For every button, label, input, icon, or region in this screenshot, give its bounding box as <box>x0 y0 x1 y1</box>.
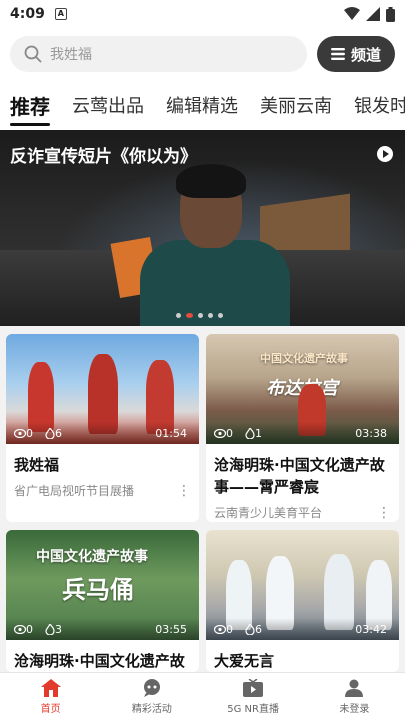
video-card[interactable]: 中国文化遗产故事 兵马俑 0 3 03:55 沧海明珠·中国文化遗产故 <box>6 530 199 672</box>
like-icon <box>45 427 55 439</box>
video-card[interactable]: 0 6 03:42 大爱无言 <box>206 530 399 672</box>
search-input[interactable]: 我姓福 <box>10 36 307 72</box>
carousel-dot[interactable] <box>198 313 203 318</box>
view-count: 0 <box>26 426 33 440</box>
search-placeholder: 我姓福 <box>50 47 92 63</box>
view-count: 0 <box>226 426 233 440</box>
play-icon[interactable] <box>377 146 393 162</box>
eye-icon <box>14 428 26 438</box>
thumbnail-overlay-title: 中国文化遗产故事 <box>36 549 148 565</box>
more-options-icon[interactable]: ⋮ <box>177 483 191 499</box>
like-count: 6 <box>55 426 62 440</box>
video-source: 省广电局视听节目展播 <box>14 484 135 498</box>
video-card[interactable]: 中国文化遗产故事 布达拉宫 0 1 03:38 沧海明珠·中国文化遗产故事——霄… <box>206 334 399 522</box>
video-title[interactable]: 我姓福 <box>6 444 199 476</box>
video-thumbnail[interactable]: 0 6 01:54 <box>6 334 199 444</box>
nav-home-label: 首页 <box>40 703 61 715</box>
search-row: 我姓福 频道 <box>0 28 405 80</box>
video-source-row: 省广电局视听节目展播 ⋮ <box>6 476 199 509</box>
video-card[interactable]: 0 6 01:54 我姓福 省广电局视听节目展播 ⋮ <box>6 334 199 522</box>
video-meta: 0 1 03:38 <box>206 422 399 444</box>
video-title[interactable]: 沧海明珠·中国文化遗产故事——霄严睿宸 <box>206 444 399 498</box>
eye-icon <box>214 428 226 438</box>
video-meta: 0 3 03:55 <box>6 618 199 640</box>
video-duration: 01:54 <box>155 426 187 440</box>
nav-profile-label: 未登录 <box>339 703 370 715</box>
status-time: 4:09 <box>10 6 45 22</box>
banner-title: 反诈宣传短片《你以为》 <box>10 147 197 167</box>
tab-yunying[interactable]: 云莺出品 <box>72 92 144 118</box>
tab-recommend[interactable]: 推荐 <box>10 91 50 126</box>
like-count: 6 <box>255 622 262 636</box>
chat-icon <box>143 678 160 697</box>
video-thumbnail[interactable]: 中国文化遗产故事 兵马俑 0 3 03:55 <box>6 530 199 640</box>
video-duration: 03:42 <box>355 622 387 636</box>
battery-icon <box>386 6 395 22</box>
signal-icon <box>366 7 380 21</box>
nav-profile[interactable]: 未登录 <box>304 673 405 720</box>
user-icon <box>345 679 364 697</box>
carousel-dot[interactable] <box>218 313 223 318</box>
video-title[interactable]: 大爱无言 <box>206 640 399 672</box>
video-source: 云南青少儿美育平台 <box>214 506 323 520</box>
hero-banner[interactable]: 反诈宣传短片《你以为》 <box>0 130 405 326</box>
home-icon <box>40 678 61 697</box>
video-thumbnail[interactable]: 0 6 03:42 <box>206 530 399 640</box>
tab-editor-picks[interactable]: 编辑精选 <box>166 92 238 118</box>
thumbnail-overlay-title: 中国文化遗产故事 <box>260 352 348 365</box>
status-bar: 4:09 A <box>0 0 405 28</box>
view-count: 0 <box>26 622 33 636</box>
menu-icon <box>330 48 345 60</box>
nav-activities-label: 精彩活动 <box>131 703 172 715</box>
app-screen: 4:09 A 我姓福 频道 推荐 云莺出品 编辑精选 美丽云南 银发时 反诈宣传… <box>0 0 405 720</box>
video-grid: 0 6 01:54 我姓福 省广电局视听节目展播 ⋮ 中国文化遗产故事 布达拉宫 <box>0 326 405 672</box>
nav-live[interactable]: 5G NR直播 <box>203 673 304 720</box>
more-options-icon[interactable]: ⋮ <box>377 505 391 521</box>
status-icons <box>344 6 395 22</box>
eye-icon <box>14 624 26 634</box>
tab-silver-age[interactable]: 银发时 <box>354 92 405 118</box>
search-icon <box>24 45 42 63</box>
video-duration: 03:55 <box>155 622 187 636</box>
like-icon <box>45 623 55 635</box>
video-meta: 0 6 03:42 <box>206 618 399 640</box>
banner-person-hair <box>176 164 246 198</box>
like-count: 1 <box>255 426 262 440</box>
like-icon <box>245 623 255 635</box>
tv-icon <box>243 678 264 697</box>
like-icon <box>245 427 255 439</box>
video-source-row: 云南青少儿美育平台 ⋮ <box>206 498 399 522</box>
carousel-dots <box>176 313 223 318</box>
video-thumbnail[interactable]: 中国文化遗产故事 布达拉宫 0 1 03:38 <box>206 334 399 444</box>
channel-label: 频道 <box>350 45 381 64</box>
carousel-dot[interactable] <box>208 313 213 318</box>
notification-icon: A <box>54 8 67 20</box>
carousel-dot-active[interactable] <box>186 313 193 318</box>
nav-home[interactable]: 首页 <box>0 673 101 720</box>
nav-live-label: 5G NR直播 <box>227 703 279 715</box>
view-count: 0 <box>226 622 233 636</box>
bottom-nav: 首页 精彩活动 5G NR直播 未登录 <box>0 672 405 720</box>
like-count: 3 <box>55 622 62 636</box>
tab-beautiful-yunnan[interactable]: 美丽云南 <box>260 92 332 118</box>
video-meta: 0 6 01:54 <box>6 422 199 444</box>
category-tabs: 推荐 云莺出品 编辑精选 美丽云南 银发时 <box>0 80 405 130</box>
channel-button[interactable]: 频道 <box>317 36 395 72</box>
video-title[interactable]: 沧海明珠·中国文化遗产故 <box>6 640 199 672</box>
wifi-icon <box>344 7 360 20</box>
carousel-dot[interactable] <box>176 313 181 318</box>
thumbnail-overlay-subtitle: 兵马俑 <box>62 576 134 604</box>
nav-activities[interactable]: 精彩活动 <box>101 673 202 720</box>
video-duration: 03:38 <box>355 426 387 440</box>
eye-icon <box>214 624 226 634</box>
